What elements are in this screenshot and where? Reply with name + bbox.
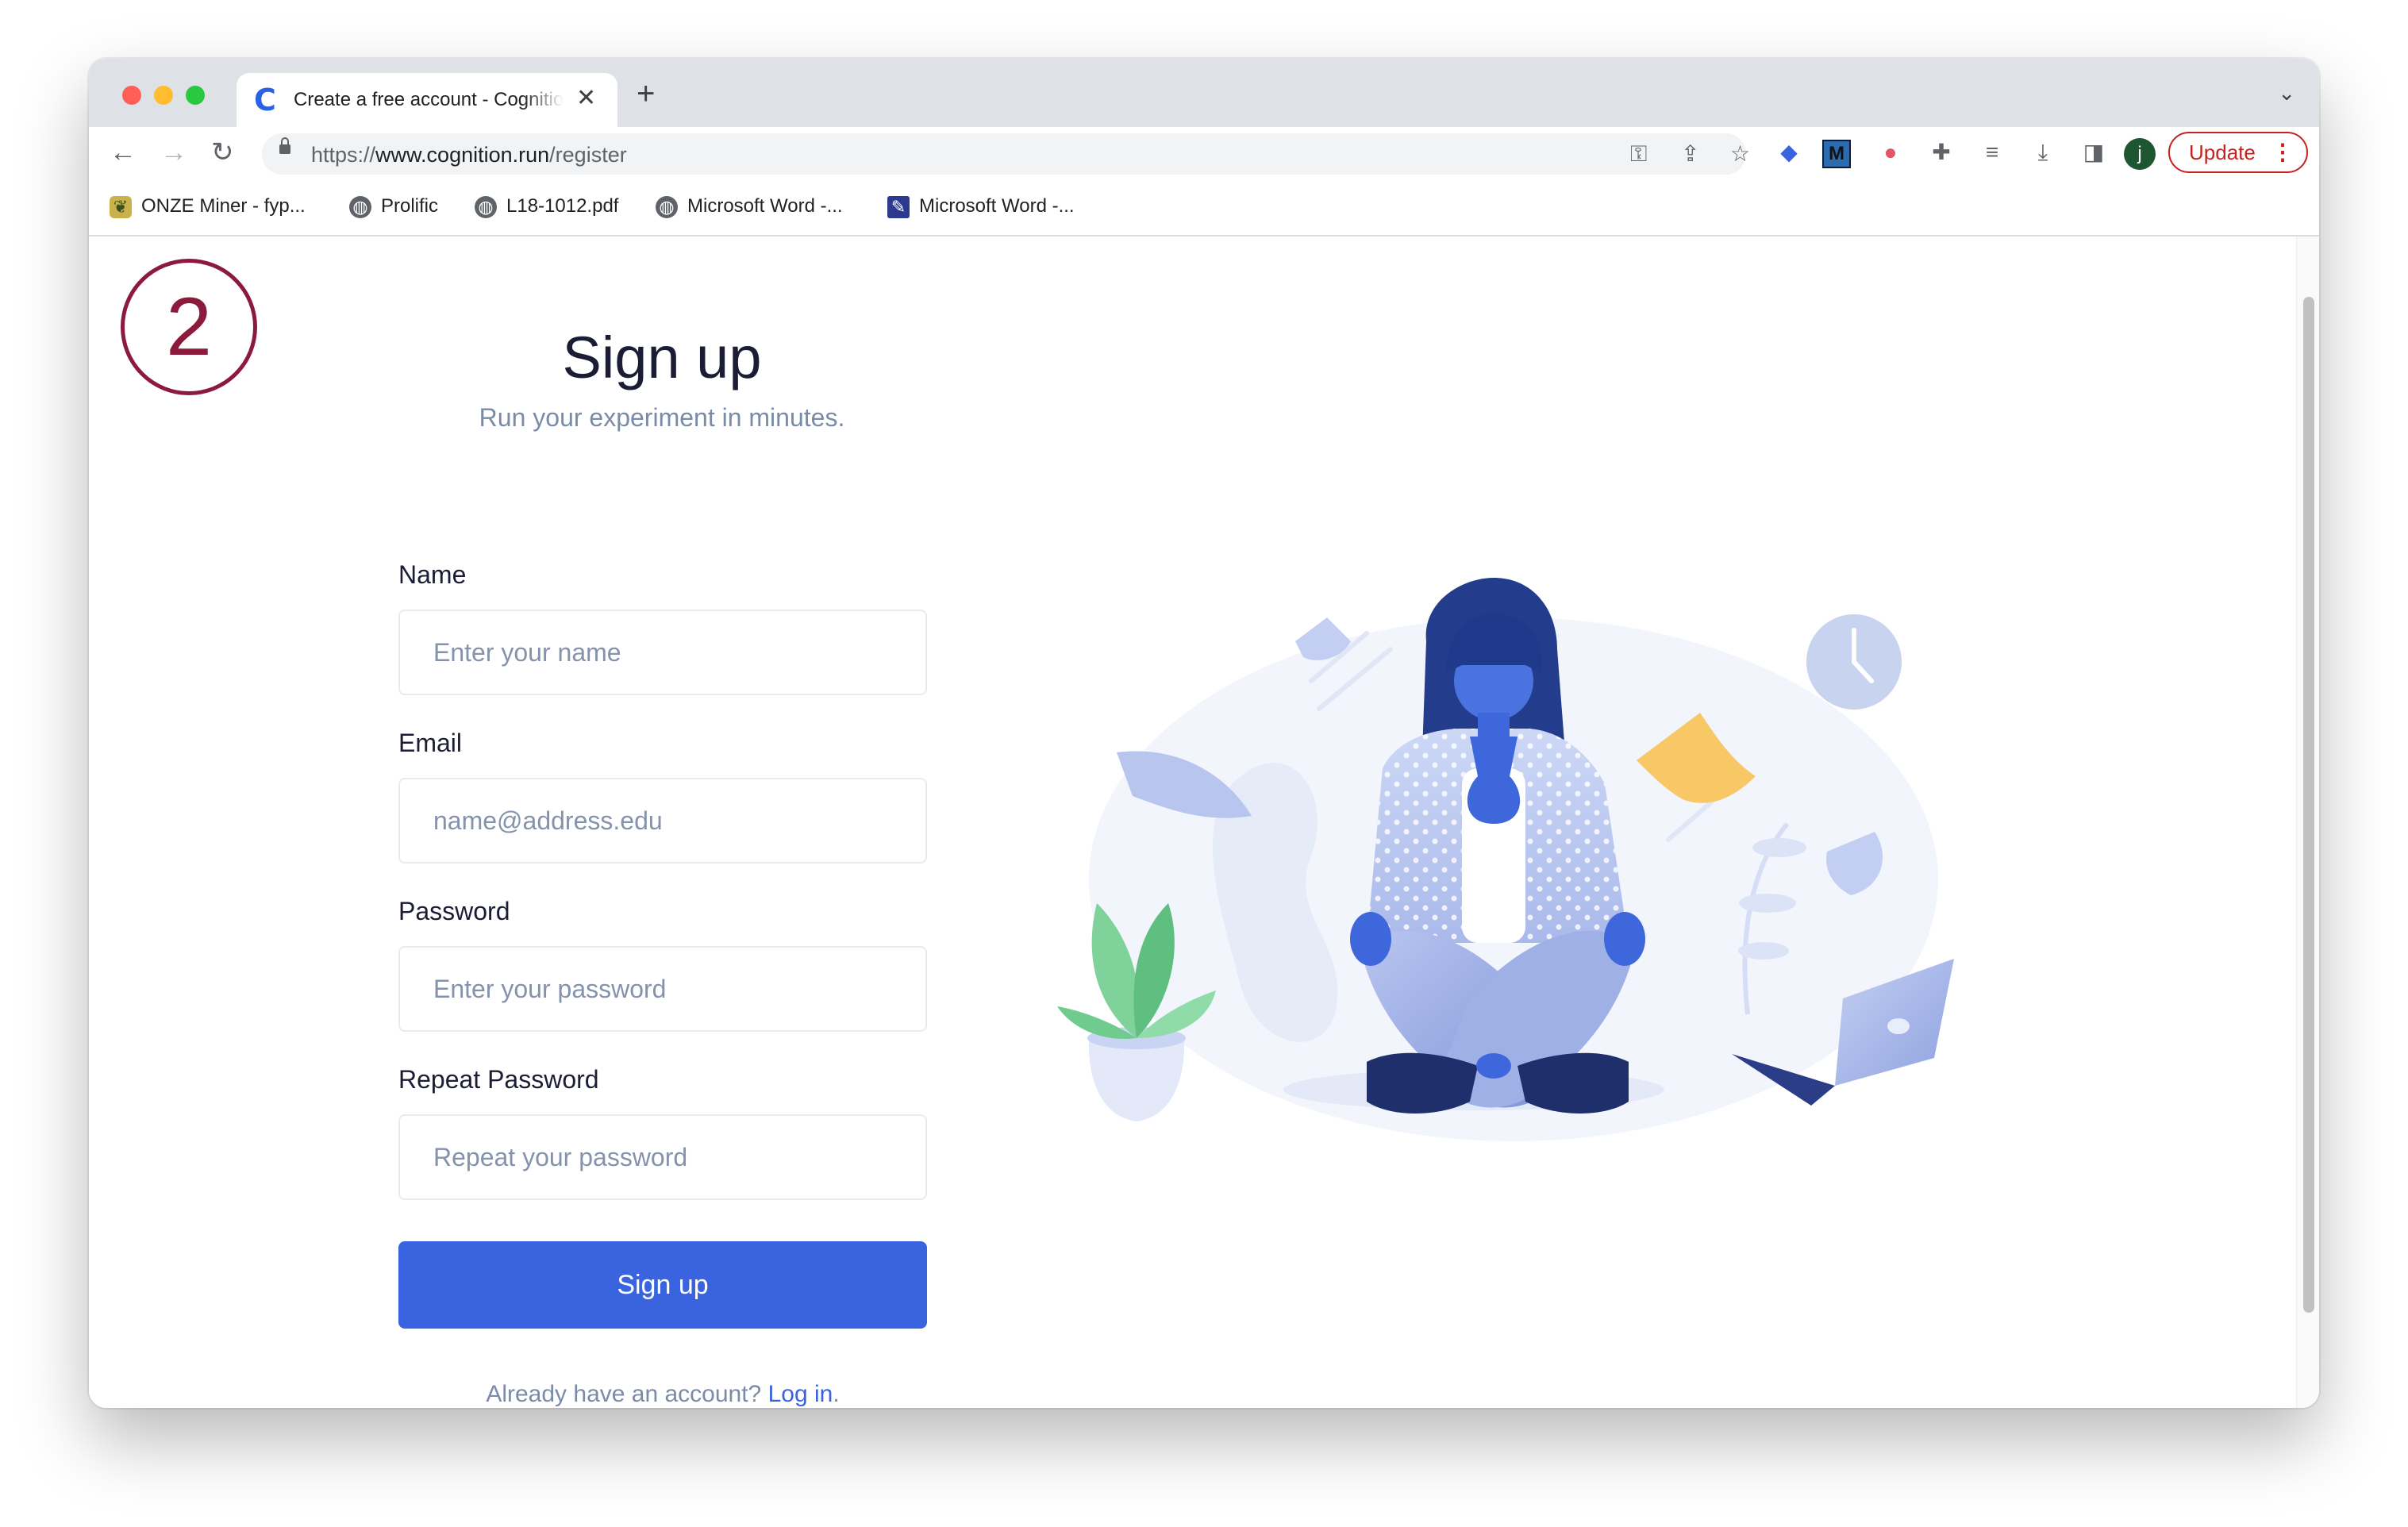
page-content: 2 Sign up Run your experiment in minutes…	[89, 237, 2319, 1408]
star-bookmark-icon[interactable]: ☆	[1730, 141, 1750, 167]
login-prompt: Already have an account? Log in.	[486, 1381, 840, 1407]
side-panel-icon[interactable]: ◨	[2078, 137, 2110, 168]
bookmark-l18-pdf[interactable]: ◍ L18-1012.pdf	[475, 195, 618, 218]
password-input[interactable]	[398, 946, 927, 1032]
scarf	[1467, 737, 1521, 824]
bookmark-word-1[interactable]: ◍ Microsoft Word -...	[656, 195, 843, 218]
tab-close-icon[interactable]: ✕	[576, 84, 596, 113]
share-icon[interactable]: ⇪	[1681, 141, 1699, 167]
email-label: Email	[398, 729, 463, 757]
bookmark-onze-miner[interactable]: ❦ ONZE Miner - fyp...	[110, 195, 306, 218]
address-bar[interactable]: https://www.cognition.run/register ⚿ ⇪ ☆	[262, 133, 1750, 175]
email-input[interactable]	[398, 778, 927, 864]
repeat-password-label: Repeat Password	[398, 1065, 599, 1094]
repeat-password-input[interactable]	[398, 1114, 927, 1200]
minimize-window-button[interactable]	[154, 86, 173, 105]
download-icon[interactable]: ⤓	[2027, 137, 2059, 168]
globe-icon: ◍	[475, 195, 497, 218]
mortarboard-extension-icon[interactable]: ◆	[1773, 137, 1805, 168]
close-window-button[interactable]	[122, 86, 141, 105]
flower-pot	[1088, 1038, 1185, 1121]
right-foot	[1518, 1052, 1629, 1114]
back-arrow-icon[interactable]: ←	[110, 138, 137, 167]
reload-icon[interactable]: ↻	[211, 138, 234, 167]
globe-icon: ◍	[349, 195, 371, 218]
maximize-window-button[interactable]	[186, 86, 205, 105]
globe-icon: ◍	[656, 195, 678, 218]
bookmark-word-2[interactable]: ✎ Microsoft Word -...	[887, 195, 1075, 218]
scrollbar-track[interactable]	[2296, 237, 2319, 1408]
tab-active[interactable]: C Create a free account - Cognition ✕	[237, 73, 617, 127]
forward-arrow-icon[interactable]: →	[160, 138, 187, 167]
left-foot	[1367, 1052, 1478, 1114]
name-input[interactable]	[398, 610, 927, 695]
bookmark-prolific[interactable]: ◍ Prolific	[349, 195, 438, 218]
tab-strip: C Create a free account - Cognition ✕ + …	[89, 59, 2319, 127]
bookmarks-bar: ❦ ONZE Miner - fyp... ◍ Prolific ◍ L18-1012…	[89, 179, 2319, 237]
meditation-illustration	[1057, 578, 1954, 1141]
step-number-badge: 2	[121, 259, 257, 395]
tab-title: Create a free account - Cognition	[294, 89, 564, 110]
name-label: Name	[398, 560, 467, 589]
profile-avatar[interactable]: j	[2124, 138, 2156, 170]
password-label: Password	[398, 897, 510, 925]
lock-icon	[279, 137, 290, 154]
update-button[interactable]: Update ⋮	[2168, 132, 2308, 173]
neck	[1478, 713, 1510, 744]
update-label: Update	[2189, 140, 2256, 164]
cognition-favicon-icon: C	[254, 83, 276, 117]
log-in-link[interactable]: Log in	[768, 1381, 833, 1407]
tab-list-chevron-icon[interactable]: ⌄	[2278, 81, 2295, 106]
right-hand	[1604, 912, 1645, 966]
puzzle-extensions-icon[interactable]: ✚	[1925, 137, 1957, 168]
key-icon[interactable]: ⚿	[1630, 141, 1647, 167]
brain-extension-icon[interactable]: ●	[1875, 137, 1906, 168]
m-extension-icon[interactable]: M	[1822, 140, 1851, 168]
url-text: https://www.cognition.run/register	[311, 143, 627, 167]
onze-logo-icon: ❦	[110, 195, 132, 218]
browser-window: C Create a free account - Cognition ✕ + …	[89, 59, 2319, 1408]
page-title: Sign up	[562, 325, 762, 390]
sign-up-button[interactable]: Sign up	[398, 1241, 927, 1329]
media-queue-icon[interactable]: ≡	[1976, 137, 2008, 168]
new-tab-button[interactable]: +	[637, 78, 655, 110]
scrollbar-thumb[interactable]	[2303, 297, 2314, 1313]
more-options-icon: ⋮	[2271, 140, 2294, 164]
document-logo-icon: ✎	[887, 195, 910, 218]
laptop-logo	[1887, 1018, 1910, 1034]
browser-toolbar: ← → ↻ https://www.cognition.run/register…	[89, 127, 2319, 179]
page-subtitle: Run your experiment in minutes.	[479, 403, 845, 432]
left-hand	[1350, 912, 1391, 966]
